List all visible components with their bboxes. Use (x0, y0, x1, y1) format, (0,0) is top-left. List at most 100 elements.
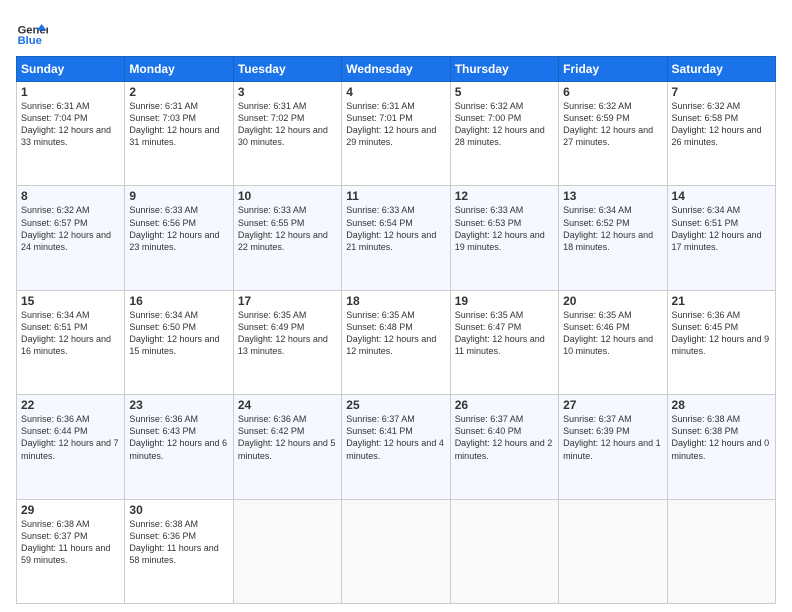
day-number: 6 (563, 85, 662, 99)
calendar-cell: 25 Sunrise: 6:37 AMSunset: 6:41 PMDaylig… (342, 395, 450, 499)
cell-text: Sunrise: 6:36 AMSunset: 6:43 PMDaylight:… (129, 414, 227, 460)
calendar-cell: 7 Sunrise: 6:32 AMSunset: 6:58 PMDayligh… (667, 82, 775, 186)
calendar-cell: 21 Sunrise: 6:36 AMSunset: 6:45 PMDaylig… (667, 290, 775, 394)
cell-text: Sunrise: 6:32 AMSunset: 6:57 PMDaylight:… (21, 205, 111, 251)
day-number: 28 (672, 398, 771, 412)
day-number: 7 (672, 85, 771, 99)
day-number: 27 (563, 398, 662, 412)
cell-text: Sunrise: 6:36 AMSunset: 6:42 PMDaylight:… (238, 414, 336, 460)
calendar-cell: 27 Sunrise: 6:37 AMSunset: 6:39 PMDaylig… (559, 395, 667, 499)
calendar-cell: 17 Sunrise: 6:35 AMSunset: 6:49 PMDaylig… (233, 290, 341, 394)
day-number: 2 (129, 85, 228, 99)
day-number: 22 (21, 398, 120, 412)
day-number: 30 (129, 503, 228, 517)
day-number: 14 (672, 189, 771, 203)
calendar-cell: 2 Sunrise: 6:31 AMSunset: 7:03 PMDayligh… (125, 82, 233, 186)
cell-text: Sunrise: 6:38 AMSunset: 6:38 PMDaylight:… (672, 414, 770, 460)
cell-text: Sunrise: 6:31 AMSunset: 7:01 PMDaylight:… (346, 101, 436, 147)
day-number: 10 (238, 189, 337, 203)
cell-text: Sunrise: 6:36 AMSunset: 6:44 PMDaylight:… (21, 414, 119, 460)
day-number: 9 (129, 189, 228, 203)
page: General Blue SundayMondayTuesdayWednesda… (0, 0, 792, 612)
calendar-cell (450, 499, 558, 603)
calendar-cell: 29 Sunrise: 6:38 AMSunset: 6:37 PMDaylig… (17, 499, 125, 603)
calendar-cell: 22 Sunrise: 6:36 AMSunset: 6:44 PMDaylig… (17, 395, 125, 499)
calendar-table: SundayMondayTuesdayWednesdayThursdayFrid… (16, 56, 776, 604)
cell-text: Sunrise: 6:38 AMSunset: 6:37 PMDaylight:… (21, 519, 110, 565)
cell-text: Sunrise: 6:37 AMSunset: 6:40 PMDaylight:… (455, 414, 553, 460)
calendar-cell: 3 Sunrise: 6:31 AMSunset: 7:02 PMDayligh… (233, 82, 341, 186)
day-number: 24 (238, 398, 337, 412)
cell-text: Sunrise: 6:35 AMSunset: 6:47 PMDaylight:… (455, 310, 545, 356)
cell-text: Sunrise: 6:34 AMSunset: 6:52 PMDaylight:… (563, 205, 653, 251)
calendar-week-4: 22 Sunrise: 6:36 AMSunset: 6:44 PMDaylig… (17, 395, 776, 499)
cell-text: Sunrise: 6:35 AMSunset: 6:49 PMDaylight:… (238, 310, 328, 356)
day-number: 20 (563, 294, 662, 308)
calendar-cell (342, 499, 450, 603)
calendar-cell: 30 Sunrise: 6:38 AMSunset: 6:36 PMDaylig… (125, 499, 233, 603)
cell-text: Sunrise: 6:38 AMSunset: 6:36 PMDaylight:… (129, 519, 218, 565)
calendar-cell: 24 Sunrise: 6:36 AMSunset: 6:42 PMDaylig… (233, 395, 341, 499)
calendar-cell: 16 Sunrise: 6:34 AMSunset: 6:50 PMDaylig… (125, 290, 233, 394)
calendar-cell: 23 Sunrise: 6:36 AMSunset: 6:43 PMDaylig… (125, 395, 233, 499)
day-number: 25 (346, 398, 445, 412)
calendar-cell (667, 499, 775, 603)
day-header-tuesday: Tuesday (233, 57, 341, 82)
calendar-cell: 12 Sunrise: 6:33 AMSunset: 6:53 PMDaylig… (450, 186, 558, 290)
calendar-cell: 4 Sunrise: 6:31 AMSunset: 7:01 PMDayligh… (342, 82, 450, 186)
calendar-week-3: 15 Sunrise: 6:34 AMSunset: 6:51 PMDaylig… (17, 290, 776, 394)
day-number: 12 (455, 189, 554, 203)
day-number: 18 (346, 294, 445, 308)
day-number: 16 (129, 294, 228, 308)
calendar-cell: 14 Sunrise: 6:34 AMSunset: 6:51 PMDaylig… (667, 186, 775, 290)
calendar-cell: 13 Sunrise: 6:34 AMSunset: 6:52 PMDaylig… (559, 186, 667, 290)
calendar-week-5: 29 Sunrise: 6:38 AMSunset: 6:37 PMDaylig… (17, 499, 776, 603)
day-header-wednesday: Wednesday (342, 57, 450, 82)
calendar-cell: 28 Sunrise: 6:38 AMSunset: 6:38 PMDaylig… (667, 395, 775, 499)
cell-text: Sunrise: 6:33 AMSunset: 6:54 PMDaylight:… (346, 205, 436, 251)
calendar-cell: 8 Sunrise: 6:32 AMSunset: 6:57 PMDayligh… (17, 186, 125, 290)
day-header-monday: Monday (125, 57, 233, 82)
day-number: 15 (21, 294, 120, 308)
cell-text: Sunrise: 6:31 AMSunset: 7:04 PMDaylight:… (21, 101, 111, 147)
cell-text: Sunrise: 6:32 AMSunset: 6:58 PMDaylight:… (672, 101, 762, 147)
cell-text: Sunrise: 6:32 AMSunset: 6:59 PMDaylight:… (563, 101, 653, 147)
day-number: 21 (672, 294, 771, 308)
calendar-cell: 18 Sunrise: 6:35 AMSunset: 6:48 PMDaylig… (342, 290, 450, 394)
day-number: 13 (563, 189, 662, 203)
cell-text: Sunrise: 6:31 AMSunset: 7:02 PMDaylight:… (238, 101, 328, 147)
cell-text: Sunrise: 6:37 AMSunset: 6:39 PMDaylight:… (563, 414, 661, 460)
calendar-cell: 19 Sunrise: 6:35 AMSunset: 6:47 PMDaylig… (450, 290, 558, 394)
cell-text: Sunrise: 6:34 AMSunset: 6:51 PMDaylight:… (672, 205, 762, 251)
logo: General Blue (16, 16, 48, 48)
cell-text: Sunrise: 6:35 AMSunset: 6:46 PMDaylight:… (563, 310, 653, 356)
calendar-cell: 11 Sunrise: 6:33 AMSunset: 6:54 PMDaylig… (342, 186, 450, 290)
calendar-cell: 20 Sunrise: 6:35 AMSunset: 6:46 PMDaylig… (559, 290, 667, 394)
calendar-cell: 5 Sunrise: 6:32 AMSunset: 7:00 PMDayligh… (450, 82, 558, 186)
day-number: 19 (455, 294, 554, 308)
day-header-saturday: Saturday (667, 57, 775, 82)
day-number: 29 (21, 503, 120, 517)
calendar-cell: 10 Sunrise: 6:33 AMSunset: 6:55 PMDaylig… (233, 186, 341, 290)
day-number: 4 (346, 85, 445, 99)
calendar-cell: 9 Sunrise: 6:33 AMSunset: 6:56 PMDayligh… (125, 186, 233, 290)
calendar-cell: 1 Sunrise: 6:31 AMSunset: 7:04 PMDayligh… (17, 82, 125, 186)
calendar-week-1: 1 Sunrise: 6:31 AMSunset: 7:04 PMDayligh… (17, 82, 776, 186)
calendar-week-2: 8 Sunrise: 6:32 AMSunset: 6:57 PMDayligh… (17, 186, 776, 290)
cell-text: Sunrise: 6:33 AMSunset: 6:55 PMDaylight:… (238, 205, 328, 251)
day-header-sunday: Sunday (17, 57, 125, 82)
cell-text: Sunrise: 6:32 AMSunset: 7:00 PMDaylight:… (455, 101, 545, 147)
day-number: 1 (21, 85, 120, 99)
calendar-cell: 26 Sunrise: 6:37 AMSunset: 6:40 PMDaylig… (450, 395, 558, 499)
day-number: 17 (238, 294, 337, 308)
cell-text: Sunrise: 6:33 AMSunset: 6:53 PMDaylight:… (455, 205, 545, 251)
calendar-cell: 15 Sunrise: 6:34 AMSunset: 6:51 PMDaylig… (17, 290, 125, 394)
cell-text: Sunrise: 6:34 AMSunset: 6:50 PMDaylight:… (129, 310, 219, 356)
cell-text: Sunrise: 6:31 AMSunset: 7:03 PMDaylight:… (129, 101, 219, 147)
day-number: 5 (455, 85, 554, 99)
cell-text: Sunrise: 6:34 AMSunset: 6:51 PMDaylight:… (21, 310, 111, 356)
cell-text: Sunrise: 6:37 AMSunset: 6:41 PMDaylight:… (346, 414, 444, 460)
cell-text: Sunrise: 6:36 AMSunset: 6:45 PMDaylight:… (672, 310, 770, 356)
calendar-cell (559, 499, 667, 603)
day-number: 8 (21, 189, 120, 203)
